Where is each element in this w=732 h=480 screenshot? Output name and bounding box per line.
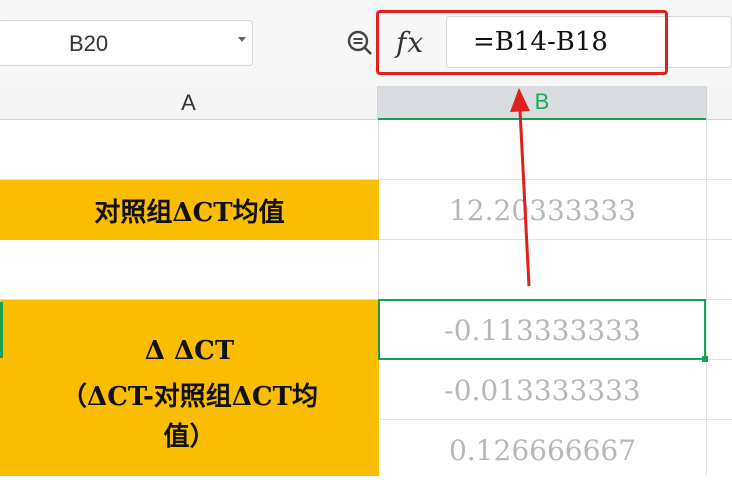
selected-cell-border (378, 299, 706, 360)
zoom-out-icon[interactable] (346, 29, 374, 57)
column-header-c[interactable] (706, 86, 732, 120)
formula-bar: B20 fx =B14-B18 (0, 0, 732, 87)
cell-reference: B20 (69, 31, 109, 56)
active-row-indicator (0, 302, 3, 358)
column-header-a[interactable]: A (0, 86, 378, 120)
merged-line-1: Δ ΔCT (144, 336, 235, 366)
cell-a16[interactable]: 对照组ΔCT均值 (0, 180, 379, 240)
formula-input[interactable]: =B14-B18 (446, 16, 732, 68)
chevron-down-icon[interactable] (238, 37, 246, 42)
function-icon[interactable]: fx (396, 26, 424, 59)
cell-b22[interactable]: 0.126666667 (379, 420, 706, 480)
column-divider (706, 120, 707, 476)
merged-line-2: （ΔCT-对照组ΔCT均 (61, 382, 318, 412)
name-box[interactable]: B20 (0, 20, 253, 66)
merged-line-3: 值） (163, 422, 216, 452)
cell-b16[interactable]: 12.20333333 (379, 180, 706, 240)
formula-text: =B14-B18 (473, 27, 608, 57)
spreadsheet-grid: 对照组ΔCT均值 12.20333333 Δ ΔCT （ΔCT-对照组ΔCT均 … (0, 120, 732, 476)
cell-b21[interactable]: -0.013333333 (379, 360, 706, 420)
column-header-b[interactable]: B (378, 86, 706, 120)
cell-a20-merged[interactable]: Δ ΔCT （ΔCT-对照组ΔCT均 值） (0, 300, 379, 476)
fill-handle[interactable] (702, 356, 708, 362)
